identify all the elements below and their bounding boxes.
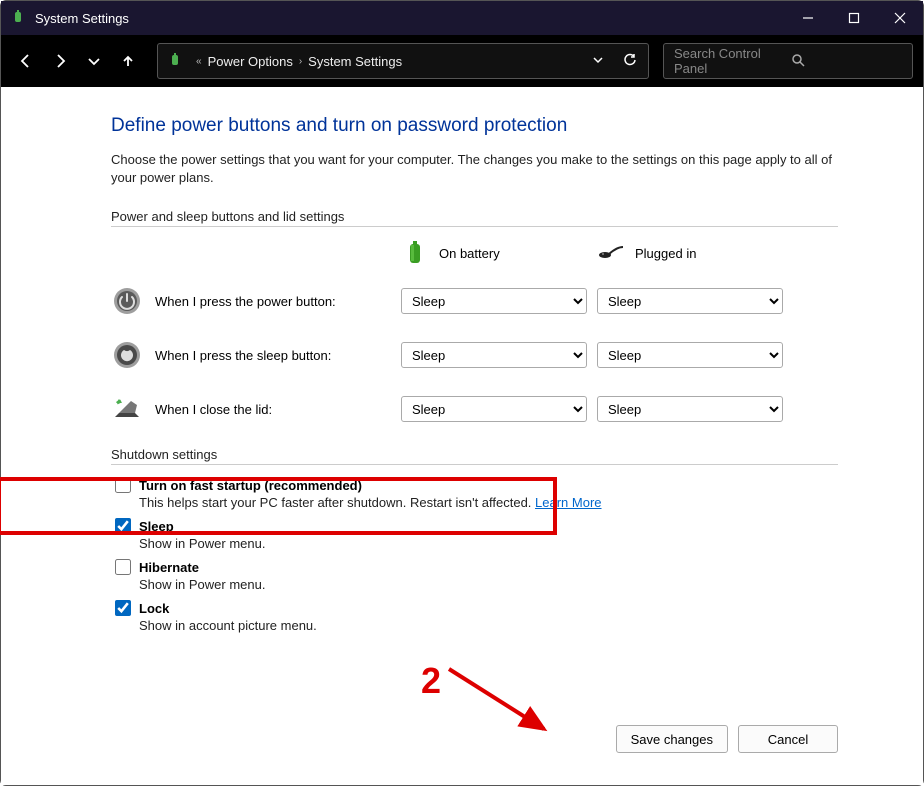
power-button-icon xyxy=(111,285,143,317)
power-button-battery-select[interactable]: Sleep xyxy=(401,288,587,314)
battery-icon xyxy=(168,52,184,71)
search-placeholder: Search Control Panel xyxy=(674,46,785,76)
annotation-2: 2 xyxy=(421,660,441,702)
lock-checkbox[interactable] xyxy=(115,600,131,616)
hibernate-desc: Show in Power menu. xyxy=(139,577,838,592)
search-input[interactable]: Search Control Panel xyxy=(663,43,913,79)
dialog-buttons: Save changes Cancel xyxy=(616,725,838,753)
lock-desc: Show in account picture menu. xyxy=(139,618,838,633)
page-title: Define power buttons and turn on passwor… xyxy=(111,115,838,137)
cancel-button[interactable]: Cancel xyxy=(738,725,838,753)
refresh-button[interactable] xyxy=(622,52,638,71)
search-icon xyxy=(791,53,902,70)
sleep-button-icon xyxy=(111,339,143,371)
row-power-button-label: When I press the power button: xyxy=(155,294,401,309)
forward-button[interactable] xyxy=(45,46,75,76)
save-button[interactable]: Save changes xyxy=(616,725,728,753)
sleep-button-plugged-select[interactable]: Sleep xyxy=(597,342,783,368)
row-lid: When I close the lid: Sleep Sleep xyxy=(111,393,838,425)
section-shutdown-label: Shutdown settings xyxy=(111,447,838,465)
up-button[interactable] xyxy=(113,46,143,76)
row-sleep-button: When I press the sleep button: Sleep Sle… xyxy=(111,339,838,371)
sleep-desc: Show in Power menu. xyxy=(139,536,838,551)
section-power-sleep-label: Power and sleep buttons and lid settings xyxy=(111,209,838,227)
hibernate-label: Hibernate xyxy=(139,560,199,575)
sleep-button-battery-select[interactable]: Sleep xyxy=(401,342,587,368)
minimize-button[interactable] xyxy=(785,1,831,35)
lid-plugged-select[interactable]: Sleep xyxy=(597,396,783,422)
lock-item: Lock Show in account picture menu. xyxy=(115,600,838,633)
row-lid-label: When I close the lid: xyxy=(155,402,401,417)
maximize-button[interactable] xyxy=(831,1,877,35)
breadcrumb-power-options[interactable]: Power Options xyxy=(208,54,293,69)
annotation-arrow xyxy=(449,669,559,749)
back-button[interactable] xyxy=(11,46,41,76)
content-area: Define power buttons and turn on passwor… xyxy=(1,87,923,785)
breadcrumb-system-settings[interactable]: System Settings xyxy=(308,54,402,69)
titlebar: System Settings xyxy=(1,1,923,35)
row-sleep-button-label: When I press the sleep button: xyxy=(155,348,401,363)
app-icon xyxy=(11,10,27,26)
hibernate-checkbox[interactable] xyxy=(115,559,131,575)
lid-battery-select[interactable]: Sleep xyxy=(401,396,587,422)
plug-col-icon xyxy=(597,239,625,267)
row-power-button: When I press the power button: Sleep Sle… xyxy=(111,285,838,317)
toolbar: « Power Options › System Settings Search… xyxy=(1,35,923,87)
close-button[interactable] xyxy=(877,1,923,35)
lock-label: Lock xyxy=(139,601,169,616)
col-plugged-in: Plugged in xyxy=(635,246,696,261)
column-headers: On battery Plugged in xyxy=(111,239,838,267)
window-title: System Settings xyxy=(35,11,785,26)
hibernate-item: Hibernate Show in Power menu. xyxy=(115,559,838,592)
annotation-box-1 xyxy=(0,477,557,535)
lid-icon xyxy=(111,393,143,425)
crumb-sep-icon: « xyxy=(196,56,202,67)
recent-dropdown[interactable] xyxy=(79,46,109,76)
chevron-down-icon[interactable] xyxy=(592,54,604,69)
chevron-right-icon: › xyxy=(299,56,302,67)
col-on-battery: On battery xyxy=(439,246,500,261)
address-bar[interactable]: « Power Options › System Settings xyxy=(157,43,649,79)
power-button-plugged-select[interactable]: Sleep xyxy=(597,288,783,314)
battery-col-icon xyxy=(401,239,429,267)
page-description: Choose the power settings that you want … xyxy=(111,151,838,187)
